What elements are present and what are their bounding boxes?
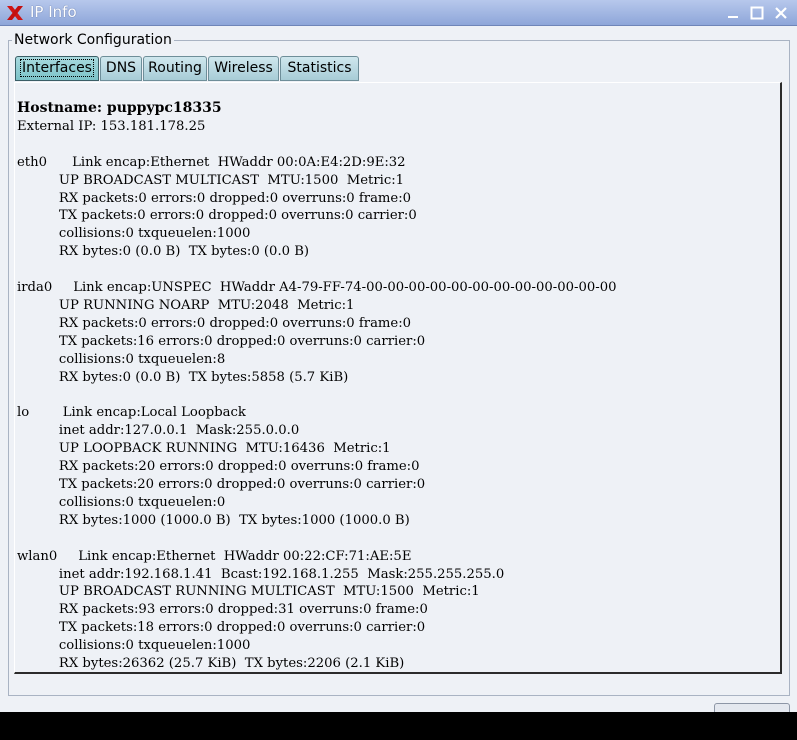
tab-statistics[interactable]: Statistics	[280, 56, 359, 81]
interface-detail-line: RX packets:20 errors:0 dropped:0 overrun…	[58, 459, 420, 475]
interface-indent	[17, 244, 59, 259]
tab-dns[interactable]: DNS	[100, 56, 142, 81]
interface-detail-line: RX packets:0 errors:0 dropped:0 overruns…	[58, 315, 412, 331]
interface-detail-line: TX packets:16 errors:0 dropped:0 overrun…	[58, 333, 426, 349]
external-ip-line: External IP: 153.181.178.25	[17, 118, 206, 134]
interface-detail-line: RX bytes:0 (0.0 B) TX bytes:5858 (5.7 Ki…	[58, 369, 349, 385]
title-bar[interactable]: IP Info	[0, 0, 797, 26]
tab-wireless[interactable]: Wireless	[208, 56, 279, 81]
interface-indent	[17, 459, 59, 474]
interface-indent	[17, 441, 59, 456]
tab-routing[interactable]: Routing	[143, 56, 207, 81]
x-logo-icon	[6, 5, 24, 21]
interfaces-output: Hostname: puppypc18335 External IP: 153.…	[17, 100, 616, 672]
interface-detail-line: RX bytes:1000 (1000.0 B) TX bytes:1000 (…	[58, 512, 410, 528]
interface-detail-line: UP BROADCAST RUNNING MULTICAST MTU:1500 …	[58, 584, 480, 600]
interface-detail-line: Link encap:UNSPEC HWaddr A4-79-FF-74-00-…	[73, 280, 617, 296]
interface-detail-line: collisions:0 txqueuelen:0	[58, 494, 226, 510]
interface-detail-line: TX packets:20 errors:0 dropped:0 overrun…	[58, 477, 426, 493]
interface-detail-line: Link encap:Ethernet HWaddr 00:0A:E4:2D:9…	[72, 154, 406, 170]
frame-label: Network Configuration	[12, 31, 174, 49]
interface-detail-line: collisions:0 txqueuelen:1000	[58, 638, 251, 654]
interface-indent	[17, 513, 59, 528]
interface-detail-line: TX packets:18 errors:0 dropped:0 overrun…	[58, 620, 426, 636]
tab-interfaces[interactable]: Interfaces	[15, 56, 99, 81]
interface-indent	[17, 567, 59, 582]
ip-info-window: IP Info Network Configuration Interfaces…	[0, 0, 797, 712]
tab-label: Routing	[148, 60, 202, 76]
interface-indent	[17, 656, 59, 671]
interface-detail-line: UP LOOPBACK RUNNING MTU:16436 Metric:1	[58, 441, 391, 457]
close-button[interactable]	[714, 703, 790, 712]
interface-indent	[17, 638, 59, 653]
interface-indent	[17, 316, 59, 331]
interface-detail-line: Link encap:Ethernet HWaddr 00:22:CF:71:A…	[78, 548, 412, 564]
interface-indent	[17, 334, 59, 349]
minimize-icon[interactable]	[725, 5, 741, 21]
interface-indent	[17, 226, 59, 241]
interface-detail-line: RX bytes:26362 (25.7 KiB) TX bytes:2206 …	[58, 656, 405, 672]
interface-detail-line: collisions:0 txqueuelen:8	[58, 351, 226, 367]
interface-indent	[17, 352, 59, 367]
interface-name: irda0	[17, 280, 74, 296]
maximize-icon[interactable]	[749, 5, 765, 21]
interface-detail-line: TX packets:0 errors:0 dropped:0 overruns…	[58, 208, 417, 224]
interface-indent	[17, 495, 59, 510]
interface-detail-line: RX packets:93 errors:0 dropped:31 overru…	[58, 602, 428, 618]
hostname-line: Hostname: puppypc18335	[17, 100, 222, 116]
tab-label: Statistics	[287, 60, 352, 76]
interface-indent	[17, 298, 59, 313]
interfaces-panel[interactable]: Hostname: puppypc18335 External IP: 153.…	[14, 82, 782, 674]
interface-indent	[17, 423, 59, 438]
interface-indent	[17, 620, 59, 635]
interface-detail-line: collisions:0 txqueuelen:1000	[58, 226, 251, 242]
interface-indent	[17, 370, 59, 385]
interface-name: lo	[17, 405, 63, 421]
interface-detail-line: inet addr:192.168.1.41 Bcast:192.168.1.2…	[58, 566, 505, 582]
interface-detail-line: Link encap:Local Loopback	[62, 405, 246, 421]
interface-indent	[17, 602, 59, 617]
interface-indent	[17, 584, 59, 599]
window-title: IP Info	[30, 3, 77, 21]
interface-detail-line: RX bytes:0 (0.0 B) TX bytes:0 (0.0 B)	[58, 244, 310, 260]
close-icon[interactable]	[773, 5, 789, 21]
interface-name: eth0	[17, 154, 73, 170]
interface-detail-line: UP RUNNING NOARP MTU:2048 Metric:1	[58, 297, 355, 313]
interface-detail-line: UP BROADCAST MULTICAST MTU:1500 Metric:1	[58, 172, 405, 188]
tab-label: DNS	[105, 60, 137, 76]
interface-detail-line: inet addr:127.0.0.1 Mask:255.0.0.0	[58, 423, 300, 439]
interface-indent	[17, 208, 59, 223]
tab-label: Wireless	[214, 60, 273, 76]
interface-indent	[17, 173, 59, 188]
interface-detail-line: RX packets:0 errors:0 dropped:0 overruns…	[58, 190, 412, 206]
interface-blocks: eth0 Link encap:Ethernet HWaddr 00:0A:E4…	[17, 155, 616, 671]
interface-name: wlan0	[17, 548, 79, 564]
interface-indent	[17, 477, 59, 492]
tab-label: Interfaces	[20, 59, 94, 77]
interface-indent	[17, 191, 59, 206]
